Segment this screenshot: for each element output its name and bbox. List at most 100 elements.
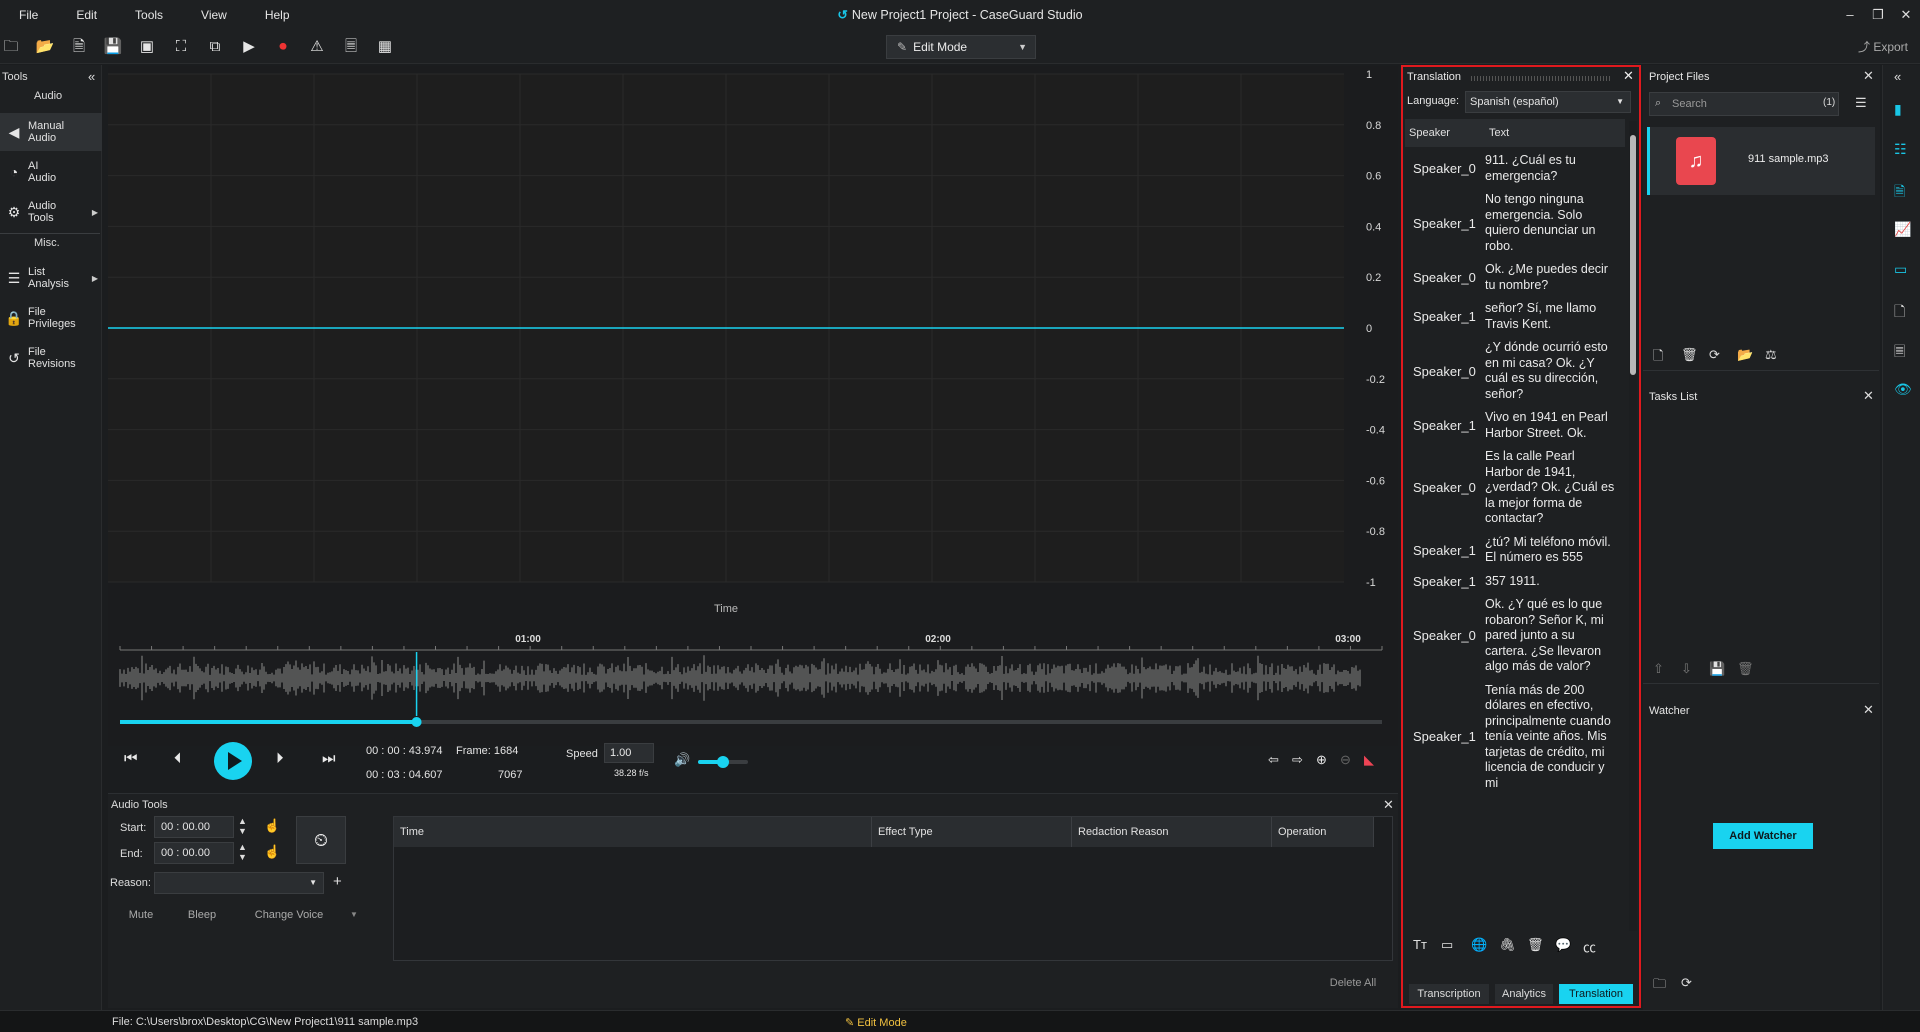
translation-row[interactable]: Speaker_1 357 1911. xyxy=(1405,570,1625,594)
balance-icon[interactable]: ⚖ xyxy=(1765,347,1777,363)
volume-knob[interactable] xyxy=(717,756,729,768)
globe-icon[interactable]: 🌐 xyxy=(1471,937,1487,953)
scrollbar-thumb[interactable] xyxy=(1630,135,1636,375)
new-project-icon[interactable]: 🗀 xyxy=(0,36,22,58)
document-icon[interactable]: 🗏 xyxy=(340,36,362,58)
tab-transcription[interactable]: Transcription xyxy=(1409,984,1489,1004)
tool-manual-audio[interactable]: ◀ Manual Audio xyxy=(0,113,102,151)
scrollbar[interactable] xyxy=(1629,121,1637,931)
text-size-icon[interactable]: Tт xyxy=(1413,937,1427,952)
bleep-button[interactable]: Bleep xyxy=(172,909,232,921)
zoom-out-icon[interactable]: ⊖ xyxy=(1340,752,1351,768)
calendar-icon[interactable]: ▦ xyxy=(374,36,396,58)
caption-box-icon[interactable]: ▭ xyxy=(1441,937,1453,953)
delete-task-icon[interactable]: 🗑 xyxy=(1737,661,1754,677)
panel-drag-grip[interactable] xyxy=(1471,76,1611,81)
set-start-icon[interactable]: ☝ xyxy=(264,818,280,834)
panel-files-icon[interactable]: ▮ xyxy=(1894,101,1902,118)
youtube-icon[interactable]: ▶ xyxy=(238,36,260,58)
move-up-icon[interactable]: ⇧ xyxy=(1653,661,1664,677)
panel-document-icon[interactable]: 🗎 xyxy=(1894,181,1905,205)
tool-list-analysis[interactable]: ☰ List Analysis ▶ xyxy=(0,259,102,297)
translation-row[interactable]: Speaker_0 ¿Y dónde ocurrió esto en mi cas… xyxy=(1405,336,1625,406)
restore-icon[interactable]: ❐ xyxy=(1864,0,1892,30)
add-reason-icon[interactable]: + xyxy=(333,873,342,890)
copy-icon[interactable]: ⧉ xyxy=(204,36,226,58)
translation-row[interactable]: Speaker_0 Ok. ¿Y qué es lo que robaron? S… xyxy=(1405,593,1625,679)
refresh-icon[interactable]: ⟳ xyxy=(1681,975,1692,991)
menu-tools[interactable]: Tools xyxy=(116,8,182,22)
end-time-input[interactable]: 00 : 00.00 xyxy=(154,842,234,864)
mode-dropdown[interactable]: ✎ Edit Mode ▼ xyxy=(886,35,1036,59)
file-item[interactable]: ♫ 911 sample.mp3 xyxy=(1647,127,1875,195)
close-icon[interactable]: ✕ xyxy=(1863,388,1874,404)
save-icon[interactable]: 💾 xyxy=(102,36,124,58)
translation-row[interactable]: Speaker_1 señor? Sí, me llamo Travis Kent… xyxy=(1405,297,1625,336)
face-detect-icon[interactable]: ⛶ xyxy=(170,36,192,58)
close-icon[interactable]: ✕ xyxy=(1383,797,1394,813)
language-dropdown[interactable]: Spanish (español) ▼ xyxy=(1465,91,1631,113)
delete-all-button[interactable]: Delete All xyxy=(1318,977,1388,989)
translation-row[interactable]: Speaker_0 911. ¿Cuál es tu emergencia? xyxy=(1405,149,1625,188)
panel-caption-icon[interactable]: ▭ xyxy=(1894,261,1907,278)
panel-list-icon[interactable]: ☷ xyxy=(1894,141,1907,158)
tool-audio-tools[interactable]: ⚙ Audio Tools ▶ xyxy=(0,193,102,231)
attach-icon[interactable]: 🖇 xyxy=(1499,937,1516,953)
waveform-color-icon[interactable]: ◣ xyxy=(1364,752,1374,768)
add-file-icon[interactable]: 🗋 xyxy=(1653,347,1663,369)
change-voice-button[interactable]: Change Voice xyxy=(244,909,334,921)
trash-icon[interactable]: 🗑 xyxy=(1527,937,1544,953)
translation-row[interactable]: Speaker_1 Tenía más de 200 dólares en efe… xyxy=(1405,679,1625,796)
start-stepper[interactable]: ▲ ▼ xyxy=(238,816,247,836)
panel-notes-icon[interactable]: 🗏 xyxy=(1894,341,1905,365)
tool-file-privileges[interactable]: 🔒 File Privileges xyxy=(0,299,102,337)
tab-analytics[interactable]: Analytics xyxy=(1495,984,1553,1004)
menu-view[interactable]: View xyxy=(182,8,246,22)
collapse-icon[interactable]: « xyxy=(88,69,95,84)
translation-row[interactable]: Speaker_1 Vivo en 1941 en Pearl Harbor St… xyxy=(1405,406,1625,445)
zoom-in-icon[interactable]: ⊕ xyxy=(1316,752,1327,768)
close-icon[interactable]: ✕ xyxy=(1863,702,1874,718)
close-icon[interactable]: ✕ xyxy=(1623,68,1634,84)
speed-input[interactable]: 1.00 xyxy=(604,743,654,763)
save-icon[interactable]: 💾 xyxy=(1709,661,1725,677)
reason-dropdown[interactable]: ▼ xyxy=(154,872,324,894)
volume-icon[interactable]: 🔊 xyxy=(674,752,690,768)
tab-translation[interactable]: Translation xyxy=(1559,984,1633,1004)
delete-file-icon[interactable]: 🗑 xyxy=(1681,347,1698,363)
nudge-right-icon[interactable]: ⇨ xyxy=(1292,752,1303,768)
translation-row[interactable]: Speaker_0 Ok. ¿Me puedes decir tu nombre? xyxy=(1405,258,1625,297)
translation-row[interactable]: Speaker_0 Es la calle Pearl Harbor de 194… xyxy=(1405,445,1625,531)
translation-row[interactable]: Speaker_1 ¿tú? Mi teléfono móvil. El núme… xyxy=(1405,531,1625,570)
skip-start-icon[interactable]: ⏮ xyxy=(124,750,138,767)
panel-file-lock-icon[interactable]: 🗋 xyxy=(1894,301,1905,325)
step-forward-icon[interactable]: ⏵ xyxy=(276,750,284,767)
time-capture-button[interactable]: ⏲ xyxy=(296,816,346,864)
waveform-overview[interactable]: 01:00 02:00 03:00 xyxy=(108,626,1398,746)
filter-icon[interactable]: ☰ xyxy=(1855,95,1867,111)
collapse-icon[interactable]: « xyxy=(1894,69,1901,84)
menu-file[interactable]: File xyxy=(0,8,57,22)
nudge-left-icon[interactable]: ⇦ xyxy=(1268,752,1279,768)
step-back-icon[interactable]: ⏴ xyxy=(174,750,182,767)
tool-file-revisions[interactable]: ↺ File Revisions xyxy=(0,339,102,377)
menu-help[interactable]: Help xyxy=(246,8,309,22)
open-folder-icon[interactable]: 📂 xyxy=(34,36,56,58)
close-window-icon[interactable]: ✕ xyxy=(1892,0,1920,30)
move-down-icon[interactable]: ⇩ xyxy=(1681,661,1692,677)
end-stepper[interactable]: ▲ ▼ xyxy=(238,842,247,862)
panel-chart-icon[interactable]: 📈 xyxy=(1894,221,1911,238)
screen-capture-icon[interactable]: ▣ xyxy=(136,36,158,58)
chevron-down-icon[interactable]: ▼ xyxy=(350,910,358,919)
set-end-icon[interactable]: ☝ xyxy=(264,844,280,860)
minimize-icon[interactable]: – xyxy=(1836,0,1864,30)
close-icon[interactable]: ✕ xyxy=(1863,68,1874,84)
mute-button[interactable]: Mute xyxy=(116,909,166,921)
skip-end-icon[interactable]: ⏭ xyxy=(322,750,336,767)
volume-slider[interactable] xyxy=(698,756,748,768)
amplitude-chart[interactable]: 10.80.60.40.20-0.2-0.4-0.6-0.8-1TimeAmpl… xyxy=(108,66,1398,626)
tool-ai-audio[interactable]: ◔ AI Audio xyxy=(0,153,102,191)
search-input[interactable]: Search xyxy=(1649,92,1839,116)
comment-icon[interactable]: 💬 xyxy=(1555,937,1571,953)
record-icon[interactable]: ⏺ xyxy=(272,36,294,58)
